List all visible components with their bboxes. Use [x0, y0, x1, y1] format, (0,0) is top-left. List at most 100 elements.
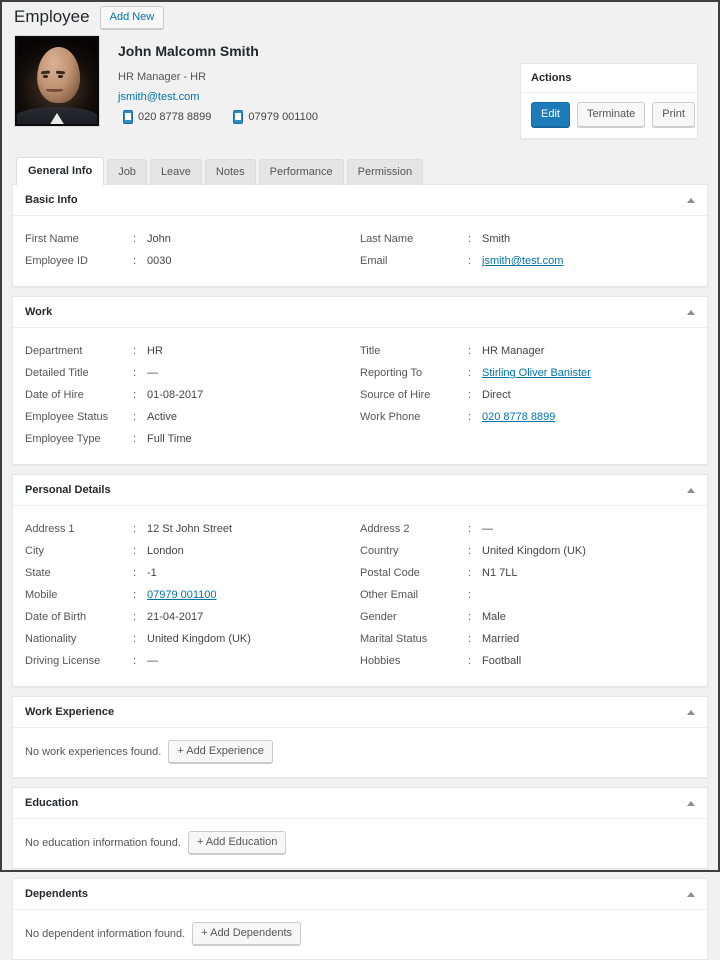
field-first-name: First Name : John: [25, 228, 360, 250]
field-label: City: [25, 545, 44, 558]
field-colon: :: [133, 633, 137, 646]
add-dependents-button[interactable]: + Add Dependents: [192, 922, 302, 946]
panel-education: Education No education information found…: [12, 787, 708, 870]
profile-info: John Malcomn Smith HR Manager - HR jsmit…: [100, 35, 318, 124]
field-value: 12 St John Street: [147, 523, 232, 536]
panel-personal-details: Personal Details Address 1 : 12 St John …: [12, 474, 708, 688]
field-nationality: Nationality : United Kingdom (UK): [25, 628, 360, 650]
field-colon: :: [133, 233, 137, 246]
field-value: Football: [482, 655, 522, 668]
field-colon: :: [468, 611, 472, 624]
field-label: Address 1: [25, 523, 75, 536]
employee-phone-list: 020 8778 8899 07979 001100: [118, 110, 318, 124]
chevron-up-icon[interactable]: [687, 891, 695, 897]
basic-info-left-column: First Name : John Employee ID : 0030: [25, 228, 360, 272]
field-value: N1 7LL: [482, 567, 518, 580]
panel-personal-details-header[interactable]: Personal Details: [13, 475, 707, 507]
field-value: 01-08-2017: [147, 389, 204, 402]
panel-work-experience: Work Experience No work experiences foun…: [12, 696, 708, 779]
tab-job[interactable]: Job: [107, 159, 147, 186]
field-department: Department : HR: [25, 340, 360, 362]
field-label: Hobbies: [360, 655, 401, 668]
field-value-mobile-link[interactable]: 07979 001100: [147, 587, 217, 603]
panel-dependents: Dependents No dependent information foun…: [12, 878, 708, 960]
panel-basic-info-body: First Name : John Employee ID : 0030 Las…: [13, 216, 707, 286]
field-marital-status: Marital Status : Married: [360, 628, 695, 650]
field-label: First Name: [25, 233, 79, 246]
field-colon: :: [133, 589, 137, 602]
employee-role: HR Manager - HR: [118, 71, 207, 83]
field-value: -1: [147, 567, 157, 580]
field-colon: :: [468, 389, 472, 402]
employee-email-link[interactable]: jsmith@test.com: [118, 91, 318, 103]
field-label: Employee ID: [25, 255, 88, 268]
field-label: Department: [25, 345, 83, 358]
field-colon: :: [133, 411, 137, 424]
panel-education-header[interactable]: Education: [13, 788, 707, 820]
employee-work-phone[interactable]: 020 8778 8899: [123, 110, 211, 124]
field-label: Nationality: [25, 633, 77, 646]
field-value-work-phone-link[interactable]: 020 8778 8899: [482, 409, 555, 425]
field-email: Email : jsmith@test.com: [360, 250, 695, 272]
field-reporting-to: Reporting To : Stirling Oliver Banister: [360, 362, 695, 384]
field-label: Driving License: [25, 655, 101, 668]
employee-mobile-phone[interactable]: 07979 001100: [233, 110, 318, 124]
tab-permission[interactable]: Permission: [346, 159, 424, 186]
field-colon: :: [468, 567, 472, 580]
avatar: [14, 35, 100, 127]
tab-leave[interactable]: Leave: [149, 159, 202, 186]
chevron-up-icon[interactable]: [687, 487, 695, 493]
field-label: Last Name: [360, 233, 414, 246]
panel-work-header[interactable]: Work: [13, 297, 707, 329]
field-employee-id: Employee ID : 0030: [25, 250, 360, 272]
panel-work-body: Department : HR Detailed Title : — Date …: [13, 328, 707, 464]
panel-work-experience-header[interactable]: Work Experience: [13, 697, 707, 729]
add-experience-button[interactable]: + Add Experience: [168, 740, 273, 764]
field-gender: Gender : Male: [360, 606, 695, 628]
field-colon: :: [133, 611, 137, 624]
field-country: Country : United Kingdom (UK): [360, 540, 695, 562]
terminate-button[interactable]: Terminate: [576, 102, 646, 127]
field-value: London: [147, 545, 184, 558]
field-colon: :: [133, 345, 137, 358]
panel-education-body: No education information found. + Add Ed…: [13, 819, 707, 868]
field-date-of-hire: Date of Hire : 01-08-2017: [25, 384, 360, 406]
field-colon: :: [133, 433, 137, 446]
field-value: —: [147, 655, 158, 668]
field-value-reporting-to-link[interactable]: Stirling Oliver Banister: [482, 365, 591, 381]
chevron-up-icon[interactable]: [687, 800, 695, 806]
field-postal-code: Postal Code : N1 7LL: [360, 562, 695, 584]
add-new-button[interactable]: Add New: [99, 6, 165, 29]
field-employee-type: Employee Type : Full Time: [25, 428, 360, 450]
print-button[interactable]: Print: [652, 102, 695, 127]
tab-performance[interactable]: Performance: [258, 159, 344, 186]
edit-button[interactable]: Edit: [531, 102, 570, 127]
panel-education-title: Education: [25, 797, 79, 810]
tab-notes[interactable]: Notes: [204, 159, 256, 186]
field-label: Employee Status: [25, 411, 109, 424]
field-label: Email: [360, 255, 388, 268]
field-label: Date of Hire: [25, 389, 84, 402]
field-colon: :: [133, 567, 137, 580]
field-value-email-link[interactable]: jsmith@test.com: [482, 253, 563, 269]
field-colon: :: [468, 345, 472, 358]
field-date-of-birth: Date of Birth : 21-04-2017: [25, 606, 360, 628]
field-employee-status: Employee Status : Active: [25, 406, 360, 428]
field-label: Detailed Title: [25, 367, 89, 380]
employee-name: John Malcomn Smith: [118, 43, 259, 59]
chevron-up-icon[interactable]: [687, 309, 695, 315]
panel-basic-info-header[interactable]: Basic Info: [13, 185, 707, 217]
field-value: Married: [482, 633, 520, 646]
chevron-up-icon[interactable]: [687, 709, 695, 715]
tab-general-info[interactable]: General Info: [16, 157, 105, 186]
field-source-of-hire: Source of Hire : Direct: [360, 384, 695, 406]
chevron-up-icon[interactable]: [687, 197, 695, 203]
profile-summary: John Malcomn Smith HR Manager - HR jsmit…: [12, 35, 708, 139]
panel-dependents-header[interactable]: Dependents: [13, 879, 707, 911]
add-education-button[interactable]: + Add Education: [187, 831, 287, 855]
field-colon: :: [133, 523, 137, 536]
field-colon: :: [133, 367, 137, 380]
phone-icon: [123, 110, 133, 124]
field-value: —: [482, 523, 493, 536]
field-other-email: Other Email :: [360, 584, 695, 606]
